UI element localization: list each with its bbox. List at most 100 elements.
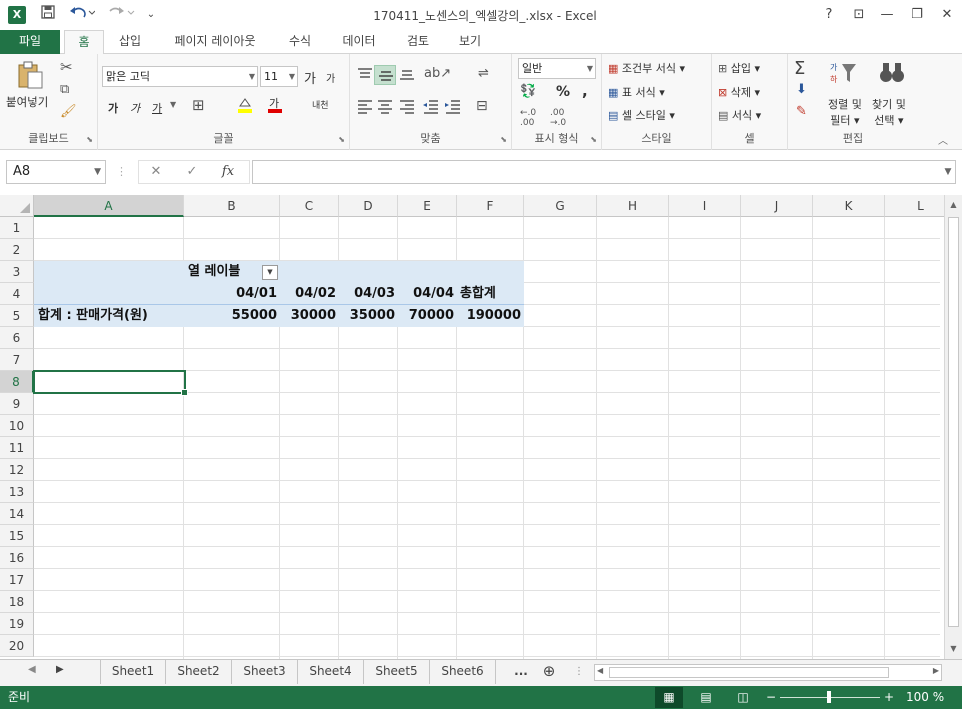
font-size-combo[interactable]: 11 ▼ xyxy=(260,66,298,87)
row-header-18[interactable]: 18 xyxy=(0,591,34,613)
row-header-3[interactable]: 3 xyxy=(0,261,34,283)
alignment-launcher-icon[interactable]: ⬊ xyxy=(500,135,507,144)
increase-decimal-icon[interactable]: ←.0.00 xyxy=(520,108,536,128)
format-cells-button[interactable]: ▤ 서식 ▾ xyxy=(718,107,761,123)
paste-button[interactable]: 붙여넣기 xyxy=(6,94,48,110)
tab-data[interactable]: 데이터 xyxy=(332,30,386,54)
column-header-g[interactable]: G xyxy=(524,195,597,217)
bold-button[interactable]: 가 xyxy=(108,100,118,116)
pivot-value-cell[interactable]: 70000 xyxy=(398,305,457,327)
column-header-b[interactable]: B xyxy=(184,195,280,217)
pivot-value-cell[interactable]: 35000 xyxy=(339,305,398,327)
restore-button[interactable]: ❐ xyxy=(902,4,932,26)
vertical-scroll-thumb[interactable] xyxy=(948,217,959,627)
borders-icon[interactable]: ⊞ xyxy=(192,96,205,114)
scroll-up-icon[interactable]: ▲ xyxy=(945,197,962,213)
comma-style-button[interactable]: , xyxy=(582,82,588,100)
tab-formulas[interactable]: 수식 xyxy=(278,30,322,54)
paste-icon[interactable] xyxy=(14,60,44,93)
fill-color-icon[interactable] xyxy=(236,96,254,117)
row-header-5[interactable]: 5 xyxy=(0,305,34,327)
row-header-1[interactable]: 1 xyxy=(0,217,34,239)
redo-icon[interactable] xyxy=(106,5,138,25)
column-header-d[interactable]: D xyxy=(339,195,398,217)
row-header-7[interactable]: 7 xyxy=(0,349,34,371)
row-header-16[interactable]: 16 xyxy=(0,547,34,569)
pivot-date-header[interactable]: 04/02 xyxy=(280,283,339,305)
row-header-11[interactable]: 11 xyxy=(0,437,34,459)
insert-function-icon[interactable]: fx xyxy=(216,160,240,184)
row-header-6[interactable]: 6 xyxy=(0,327,34,349)
expand-formula-bar-icon[interactable]: ▼ xyxy=(940,160,956,184)
new-sheet-button[interactable]: ⊕ xyxy=(536,660,562,684)
pivot-date-header[interactable]: 04/03 xyxy=(339,283,398,305)
underline-button[interactable]: 가 xyxy=(152,100,162,116)
row-header-8[interactable]: 8 xyxy=(0,371,34,393)
normal-view-icon[interactable]: ▦ xyxy=(655,687,683,708)
number-launcher-icon[interactable]: ⬊ xyxy=(590,135,597,144)
horizontal-scroll-thumb[interactable] xyxy=(609,667,889,678)
sheet-tab-4[interactable]: Sheet4 xyxy=(298,660,364,684)
align-top-icon[interactable] xyxy=(356,66,374,85)
align-left-icon[interactable] xyxy=(356,98,374,117)
sheet-tab-6[interactable]: Sheet6 xyxy=(430,660,496,684)
pivot-grand-total-header[interactable]: 총합계 xyxy=(460,283,496,305)
prev-sheet-icon[interactable]: ◀ xyxy=(28,664,36,675)
pivot-value-cell[interactable]: 55000 xyxy=(184,305,280,327)
pivot-column-labels-header[interactable]: 열 레이블 xyxy=(188,261,240,283)
pivot-filter-dropdown-icon[interactable]: ▼ xyxy=(262,265,278,280)
format-painter-icon[interactable]: 🖌 xyxy=(60,104,77,119)
pivot-row-label[interactable]: 합계 : 판매가격(원) xyxy=(38,305,148,327)
sheet-tab-3[interactable]: Sheet3 xyxy=(232,660,298,684)
wrap-text-icon[interactable]: ⇌ xyxy=(478,66,489,81)
number-format-combo[interactable]: 일반 ▼ xyxy=(518,58,596,79)
customize-quick-access-icon[interactable]: ⌄ xyxy=(144,5,158,25)
tab-review[interactable]: 검토 xyxy=(396,30,440,54)
format-as-table-button[interactable]: ▦ 표 서식 ▾ xyxy=(608,84,665,100)
align-center-icon[interactable] xyxy=(376,98,394,117)
autosum-icon[interactable]: Σ xyxy=(794,58,805,79)
chevron-down-icon[interactable]: ▼ xyxy=(170,100,176,109)
copy-icon[interactable]: ⧉ xyxy=(60,82,69,97)
column-header-c[interactable]: C xyxy=(280,195,339,217)
italic-button[interactable]: 가 xyxy=(130,100,140,116)
align-middle-icon[interactable] xyxy=(374,65,396,85)
clear-icon[interactable]: ✎ xyxy=(796,104,807,119)
scroll-right-icon[interactable]: ▶ xyxy=(933,666,939,675)
row-header-17[interactable]: 17 xyxy=(0,569,34,591)
cut-icon[interactable]: ✂ xyxy=(60,58,73,76)
zoom-out-button[interactable]: − xyxy=(766,689,776,706)
splitter-handle-icon[interactable]: ⋮ xyxy=(574,666,584,677)
tab-file[interactable]: 파일 xyxy=(0,30,60,54)
sort-filter-button[interactable]: 정렬 및 필터 ▾ xyxy=(828,96,862,128)
shrink-font-button[interactable]: 가 xyxy=(326,70,335,85)
sheet-tab-5[interactable]: Sheet5 xyxy=(364,660,430,684)
more-options-icon[interactable]: ⋮ xyxy=(116,160,127,184)
zoom-slider-thumb[interactable] xyxy=(827,691,831,703)
delete-cells-button[interactable]: ⊠ 삭제 ▾ xyxy=(718,84,760,100)
row-header-15[interactable]: 15 xyxy=(0,525,34,547)
minimize-button[interactable]: — xyxy=(872,4,902,26)
scroll-down-icon[interactable]: ▼ xyxy=(945,641,962,657)
grow-font-button[interactable]: 가 xyxy=(304,68,316,87)
pivot-grand-total-value[interactable]: 190000 xyxy=(457,305,524,327)
column-header-i[interactable]: I xyxy=(669,195,741,217)
align-right-icon[interactable] xyxy=(398,98,416,117)
column-header-j[interactable]: J xyxy=(741,195,813,217)
close-button[interactable]: ✕ xyxy=(932,4,962,26)
tab-view[interactable]: 보기 xyxy=(448,30,492,54)
merge-center-icon[interactable]: ⊟ xyxy=(476,98,488,114)
ribbon-display-options-button[interactable]: ⊡ xyxy=(844,4,874,26)
formula-input[interactable] xyxy=(252,160,956,184)
more-sheets-button[interactable]: ... xyxy=(508,660,534,684)
page-break-preview-icon[interactable]: ◫ xyxy=(729,687,757,708)
decrease-indent-icon[interactable] xyxy=(422,98,440,117)
orientation-icon[interactable]: ab↗ xyxy=(424,66,451,81)
undo-icon[interactable] xyxy=(66,5,98,25)
decrease-decimal-icon[interactable]: .00 →.0 xyxy=(550,108,566,128)
row-header-14[interactable]: 14 xyxy=(0,503,34,525)
align-bottom-icon[interactable] xyxy=(398,66,416,85)
tab-home[interactable]: 홈 xyxy=(64,30,104,55)
insert-cells-button[interactable]: ⊞ 삽입 ▾ xyxy=(718,60,760,76)
horizontal-scrollbar[interactable]: ◀ ▶ xyxy=(594,664,942,681)
